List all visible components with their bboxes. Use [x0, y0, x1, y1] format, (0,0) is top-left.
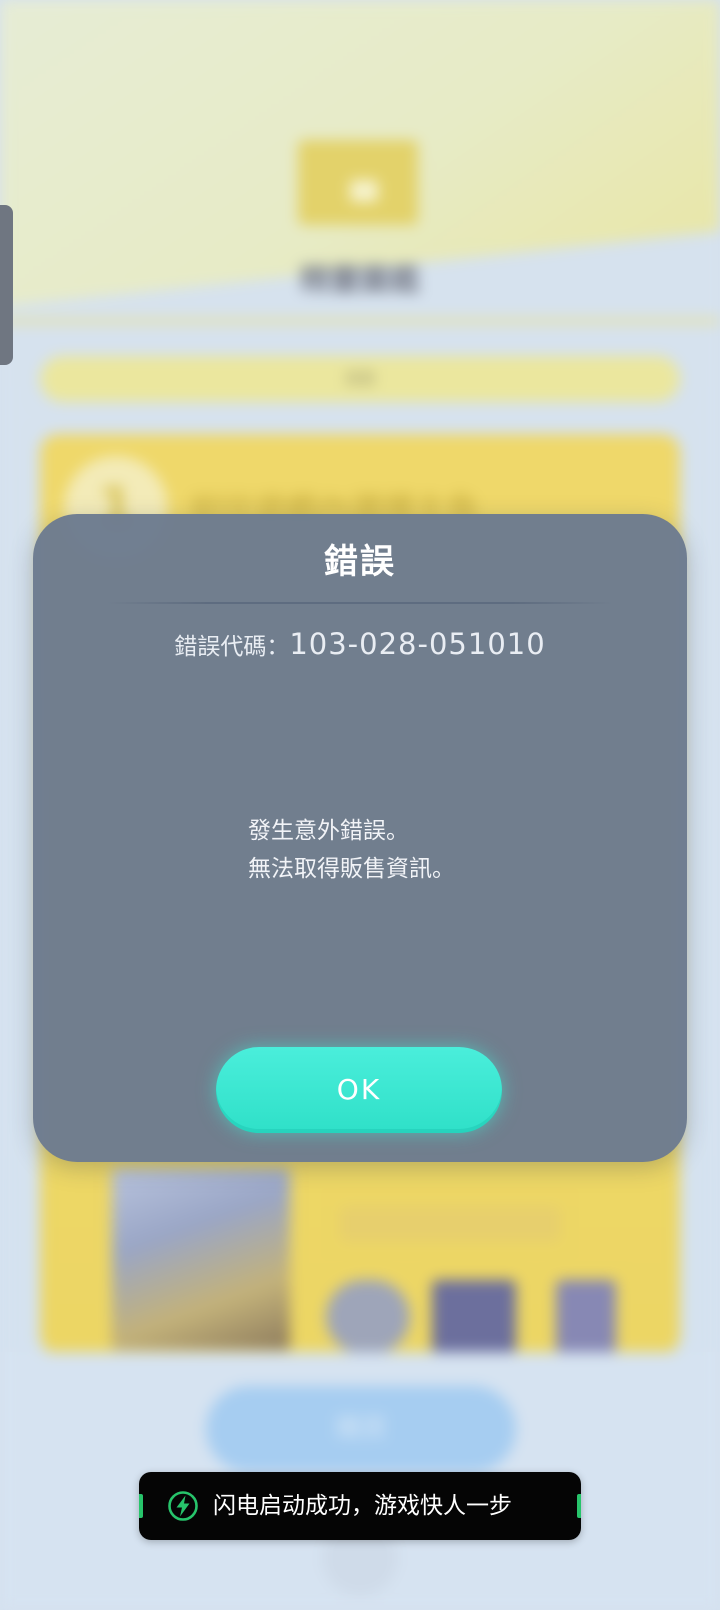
error-message-line: 發生意外錯誤。	[248, 818, 409, 844]
background-thumbnail	[556, 1280, 616, 1354]
background-game-cover	[112, 1168, 290, 1350]
toast-accent-right	[577, 1494, 581, 1518]
ok-button[interactable]: OK	[216, 1047, 502, 1133]
launch-toast: 闪电启动成功，游戏快人一步	[139, 1472, 581, 1540]
background-purchase-button: 購買	[206, 1386, 516, 1472]
background-thumbnail	[326, 1280, 410, 1354]
dialog-divider	[107, 602, 613, 604]
background-thumbnail	[432, 1280, 516, 1354]
background-logo-glyph	[350, 180, 378, 202]
error-message: 發生意外錯誤。 無法取得販售資訊。	[248, 812, 628, 888]
error-code-line: 錯誤代碼：103-028-051010	[33, 627, 687, 661]
lightning-bolt-icon	[168, 1491, 198, 1521]
dialog-title: 錯誤	[324, 542, 396, 582]
error-dialog: 錯誤 錯誤代碼：103-028-051010 發生意外錯誤。 無法取得販售資訊。…	[33, 514, 687, 1162]
background-divider	[0, 318, 720, 324]
side-panel-handle[interactable]	[0, 205, 13, 365]
error-code-label: 錯誤代碼：	[174, 634, 290, 660]
toast-message: 闪电启动成功，游戏快人一步	[213, 1493, 512, 1519]
toast-accent-left	[139, 1494, 143, 1518]
background-card-caption	[340, 1206, 560, 1242]
background-page-title: 精靈圖鑑	[300, 263, 420, 298]
error-message-line: 無法取得販售資訊。	[248, 856, 455, 882]
background-notice-pill: 消息	[40, 356, 680, 402]
error-code-value: 103-028-051010	[289, 627, 546, 661]
